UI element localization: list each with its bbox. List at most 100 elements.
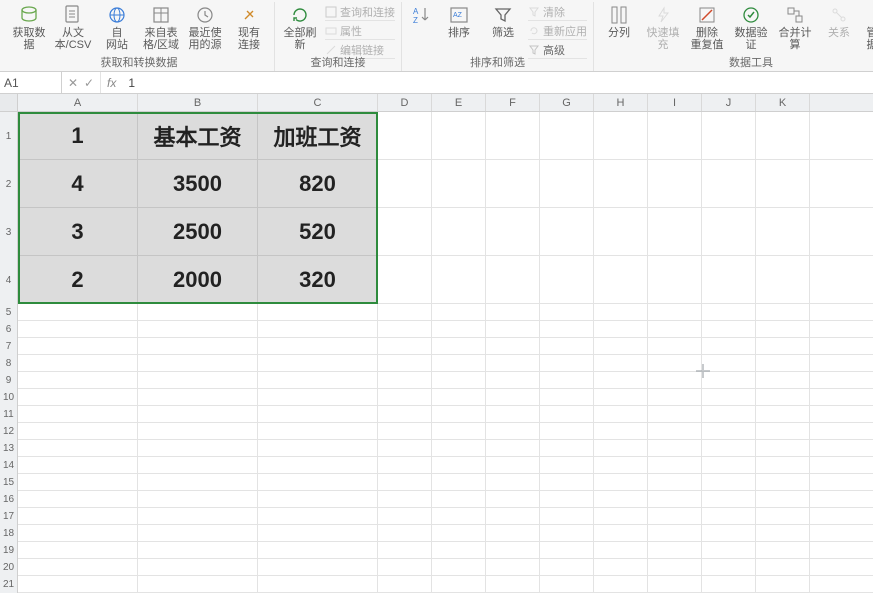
cell[interactable]	[594, 525, 648, 542]
cell[interactable]	[18, 304, 138, 321]
from-web-button[interactable]: 自 网站	[98, 2, 136, 51]
cell[interactable]	[594, 559, 648, 576]
formula-input[interactable]: 1	[122, 76, 873, 90]
cell[interactable]	[432, 457, 486, 474]
row-header[interactable]: 10	[0, 389, 18, 406]
cell[interactable]	[378, 542, 432, 559]
confirm-icon[interactable]: ✓	[82, 76, 96, 90]
cell[interactable]	[378, 525, 432, 542]
column-header[interactable]: K	[756, 94, 810, 111]
cell[interactable]	[702, 440, 756, 457]
cell[interactable]	[594, 304, 648, 321]
cell[interactable]	[378, 508, 432, 525]
cell[interactable]	[378, 112, 432, 160]
cell[interactable]	[18, 372, 138, 389]
cell[interactable]	[756, 372, 810, 389]
cell[interactable]	[756, 389, 810, 406]
cell[interactable]	[756, 160, 810, 208]
cell[interactable]: 2	[18, 256, 138, 304]
cell[interactable]	[756, 457, 810, 474]
cell[interactable]	[702, 208, 756, 256]
recent-sources-button[interactable]: 最近使 用的源	[186, 2, 224, 51]
cell[interactable]: 2500	[138, 208, 258, 256]
cell[interactable]	[702, 559, 756, 576]
cell[interactable]	[432, 474, 486, 491]
cell[interactable]: 加班工资	[258, 112, 378, 160]
row-header[interactable]: 16	[0, 491, 18, 508]
cell[interactable]	[540, 508, 594, 525]
cell[interactable]	[756, 559, 810, 576]
from-csv-button[interactable]: 从文 本/CSV	[54, 2, 92, 51]
cell[interactable]	[648, 256, 702, 304]
cell[interactable]	[594, 355, 648, 372]
cell[interactable]	[18, 491, 138, 508]
cell[interactable]	[18, 576, 138, 593]
cell[interactable]	[756, 208, 810, 256]
remove-duplicates-button[interactable]: 删除 重复值	[688, 2, 726, 51]
cell[interactable]	[258, 321, 378, 338]
cell[interactable]	[594, 542, 648, 559]
row-header[interactable]: 14	[0, 457, 18, 474]
cell[interactable]	[378, 338, 432, 355]
cell[interactable]	[594, 508, 648, 525]
cell[interactable]	[432, 208, 486, 256]
cell[interactable]	[138, 542, 258, 559]
cell[interactable]	[648, 112, 702, 160]
cell[interactable]	[258, 474, 378, 491]
cell[interactable]	[18, 406, 138, 423]
cell[interactable]	[756, 474, 810, 491]
cell[interactable]	[432, 559, 486, 576]
consolidate-button[interactable]: 合并计算	[776, 2, 814, 51]
cell[interactable]	[258, 525, 378, 542]
cell[interactable]	[594, 423, 648, 440]
cell[interactable]	[138, 304, 258, 321]
cell[interactable]	[18, 542, 138, 559]
cell[interactable]	[258, 576, 378, 593]
cell[interactable]	[540, 440, 594, 457]
cell[interactable]	[648, 389, 702, 406]
cell[interactable]	[702, 256, 756, 304]
cell[interactable]	[378, 576, 432, 593]
cell[interactable]	[432, 542, 486, 559]
cell[interactable]: 3500	[138, 160, 258, 208]
cell[interactable]	[702, 457, 756, 474]
cell[interactable]	[702, 372, 756, 389]
cell[interactable]	[138, 372, 258, 389]
cell[interactable]	[702, 491, 756, 508]
cell[interactable]: 320	[258, 256, 378, 304]
cell[interactable]	[138, 491, 258, 508]
cell[interactable]	[432, 525, 486, 542]
cell[interactable]	[648, 406, 702, 423]
cell[interactable]	[648, 525, 702, 542]
cell[interactable]	[486, 256, 540, 304]
cell[interactable]	[594, 321, 648, 338]
cell[interactable]	[486, 474, 540, 491]
cell[interactable]	[702, 389, 756, 406]
cell[interactable]	[648, 457, 702, 474]
cell[interactable]	[540, 355, 594, 372]
cell[interactable]	[648, 321, 702, 338]
cell[interactable]	[258, 508, 378, 525]
cell[interactable]	[594, 208, 648, 256]
cell[interactable]	[486, 440, 540, 457]
cell[interactable]	[18, 440, 138, 457]
refresh-all-button[interactable]: 全部刷 新	[281, 2, 319, 51]
clear-filter-button[interactable]: 清除	[528, 4, 587, 21]
row-header[interactable]: 5	[0, 304, 18, 321]
cell[interactable]	[540, 304, 594, 321]
cell[interactable]	[648, 491, 702, 508]
cell[interactable]	[540, 321, 594, 338]
cell[interactable]	[702, 406, 756, 423]
cell[interactable]	[258, 440, 378, 457]
cell[interactable]	[18, 389, 138, 406]
column-header[interactable]: B	[138, 94, 258, 111]
cell[interactable]	[138, 389, 258, 406]
cell[interactable]	[756, 338, 810, 355]
existing-conn-button[interactable]: 现有 连接	[230, 2, 268, 51]
cell[interactable]: 1	[18, 112, 138, 160]
cell[interactable]	[540, 406, 594, 423]
cell[interactable]	[258, 338, 378, 355]
cell[interactable]	[594, 474, 648, 491]
cell[interactable]	[648, 559, 702, 576]
cell[interactable]	[648, 372, 702, 389]
